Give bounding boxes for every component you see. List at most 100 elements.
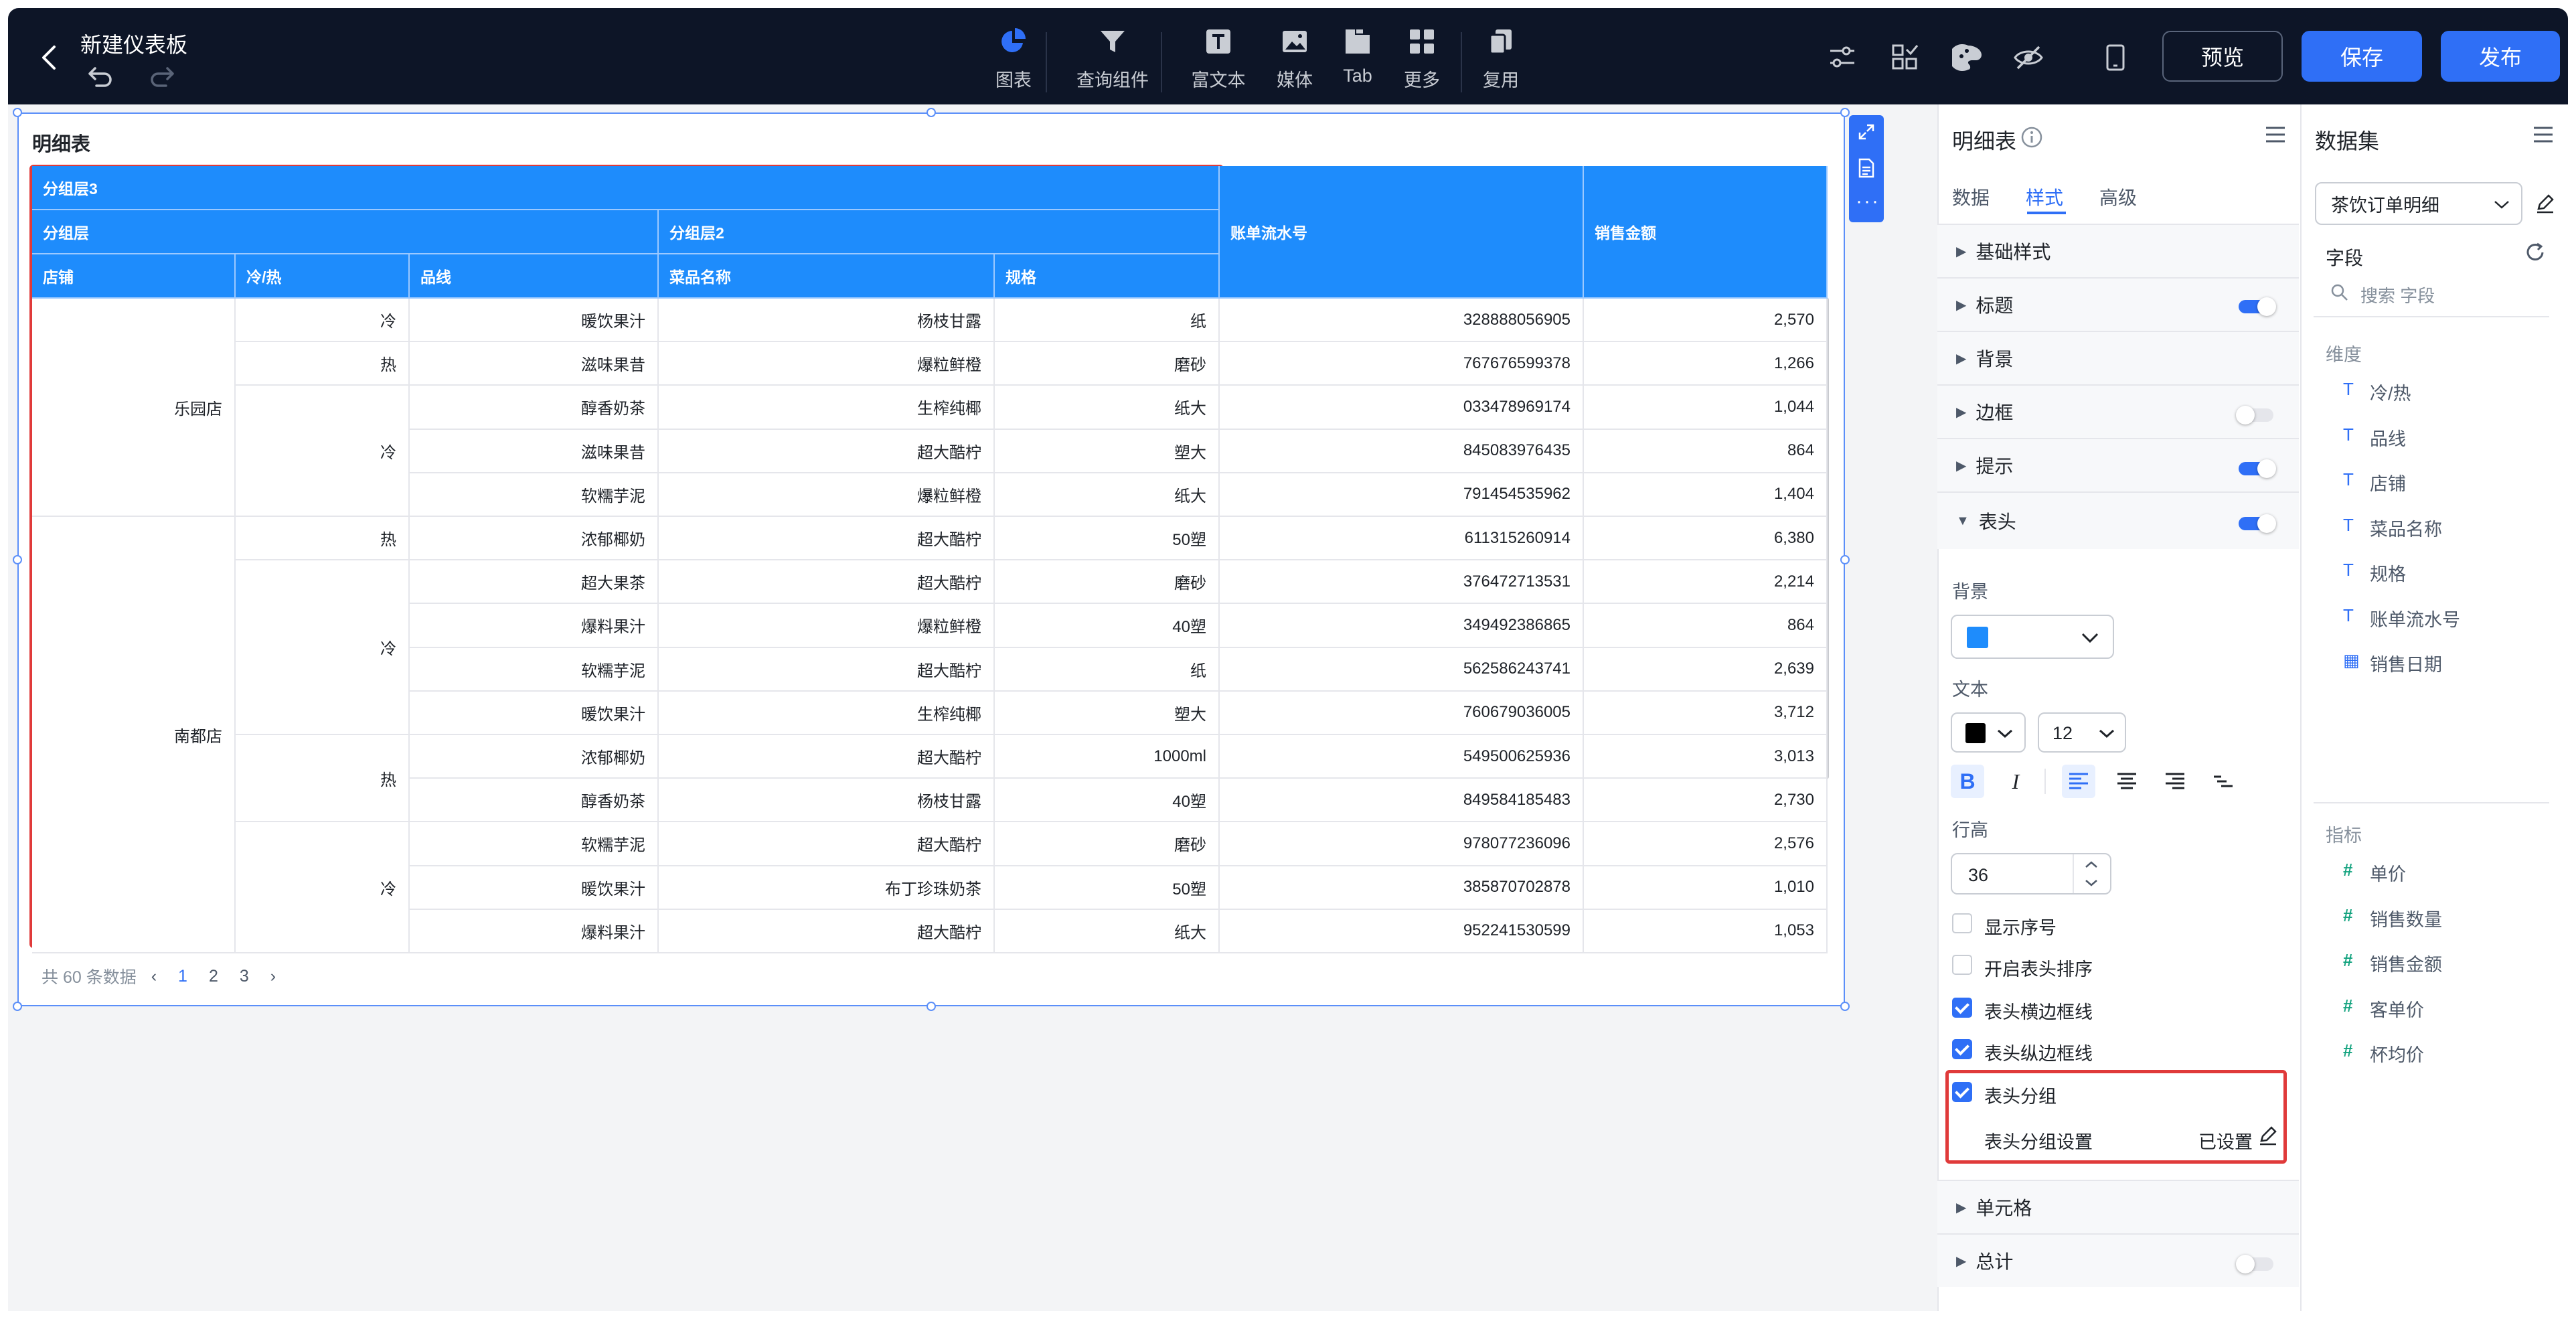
edit-icon[interactable]	[2257, 1125, 2279, 1146]
tool-reuse[interactable]: 复用	[1461, 27, 1541, 92]
dimension-field[interactable]: 店铺	[2370, 469, 2406, 495]
dimension-field[interactable]: 账单流水号	[2370, 605, 2460, 631]
dashboard-title[interactable]: 新建仪表板	[80, 28, 187, 59]
dataset-select[interactable]: 茶饮订单明细	[2315, 182, 2522, 225]
header-vborder-checkbox[interactable]	[1952, 1039, 1972, 1059]
tool-richtext[interactable]: 富文本	[1178, 27, 1259, 92]
show-index-checkbox[interactable]	[1952, 913, 1972, 933]
align-bottom-icon[interactable]	[2206, 765, 2240, 798]
theme-palette-icon[interactable]	[1949, 43, 1984, 76]
resize-handle[interactable]	[1840, 1002, 1850, 1011]
edit-icon[interactable]	[2534, 193, 2556, 214]
serial-cell: 549500625936	[1220, 735, 1584, 779]
redo-icon[interactable]	[149, 64, 175, 92]
caret-down-icon: ▼	[1956, 513, 1969, 528]
align-center-icon[interactable]	[2110, 765, 2144, 798]
amount-cell: 6,380	[1584, 517, 1828, 561]
menu-icon[interactable]	[2532, 125, 2555, 145]
dimension-field[interactable]: 规格	[2370, 560, 2406, 586]
resize-handle[interactable]	[13, 1002, 22, 1011]
menu-icon[interactable]	[2264, 125, 2287, 145]
document-icon[interactable]	[1858, 158, 1875, 178]
total-toggle[interactable]	[2236, 1255, 2273, 1273]
preview-button[interactable]: 预览	[2162, 31, 2283, 82]
section-background[interactable]: ▶ 背景	[1937, 331, 2299, 384]
bg-label: 背景	[1952, 582, 1988, 602]
tooltip-toggle[interactable]	[2239, 459, 2276, 478]
dimension-field[interactable]: 品线	[2370, 424, 2406, 451]
dimension-field[interactable]: 冷/热	[2370, 379, 2411, 405]
resize-handle[interactable]	[13, 555, 22, 564]
resize-handle[interactable]	[927, 1002, 936, 1011]
header-sort-checkbox[interactable]	[1952, 955, 1972, 975]
line-cell: 软糯芋泥	[410, 473, 659, 517]
tab-data[interactable]: 数据	[1952, 183, 1990, 210]
measure-field[interactable]: 销售金额	[2370, 950, 2442, 976]
tab-style[interactable]: 样式	[2026, 183, 2063, 210]
spec-cell: 40塑	[995, 604, 1220, 648]
dimension-field[interactable]: 销售日期	[2370, 650, 2442, 676]
expand-icon[interactable]	[1858, 123, 1875, 141]
page-2[interactable]: 2	[209, 967, 218, 986]
info-icon[interactable]	[2020, 126, 2043, 149]
text-color-select[interactable]	[1951, 712, 2026, 753]
eye-hidden-icon[interactable]	[2012, 43, 2044, 76]
font-size-value: 12	[2052, 723, 2073, 743]
header-toggle[interactable]	[2239, 514, 2276, 533]
section-cell[interactable]: ▶ 单元格	[1937, 1180, 2299, 1233]
tab-advanced[interactable]: 高级	[2099, 183, 2137, 210]
tool-label: 复用	[1483, 70, 1519, 90]
row-height-input[interactable]: 36	[1951, 853, 2111, 895]
resize-handle[interactable]	[1840, 108, 1850, 117]
dimension-field[interactable]: 菜品名称	[2370, 515, 2442, 541]
measure-field[interactable]: 销售数量	[2370, 905, 2442, 931]
line-cell: 软糯芋泥	[410, 647, 659, 692]
prev-page-icon[interactable]: ‹	[151, 967, 157, 986]
align-right-icon[interactable]	[2158, 765, 2192, 798]
save-button[interactable]: 保存	[2302, 31, 2422, 82]
resize-handle[interactable]	[1840, 555, 1850, 564]
border-toggle[interactable]	[2236, 406, 2273, 424]
tool-query[interactable]: 查询组件	[1072, 27, 1153, 92]
settings-sliders-icon[interactable]	[1828, 43, 1857, 76]
more-icon[interactable]: ···	[1856, 190, 1880, 213]
font-size-select[interactable]: 12	[2038, 712, 2126, 753]
line-cell: 爆料果汁	[410, 909, 659, 953]
title-toggle[interactable]	[2239, 297, 2276, 316]
page-3[interactable]: 3	[240, 967, 249, 986]
tool-more[interactable]: 更多	[1382, 27, 1462, 92]
align-left-icon[interactable]	[2062, 765, 2095, 798]
undo-icon[interactable]	[87, 64, 114, 92]
next-page-icon[interactable]: ›	[270, 967, 276, 986]
back-icon[interactable]	[31, 39, 68, 76]
measure-field[interactable]: 杯均价	[2370, 1040, 2424, 1067]
header-group-checkbox[interactable]	[1952, 1082, 1972, 1102]
measure-field[interactable]: 单价	[2370, 860, 2406, 886]
chevron-up-icon[interactable]	[2083, 860, 2099, 869]
italic-icon[interactable]: I	[1999, 765, 2032, 798]
resize-handle[interactable]	[927, 108, 936, 117]
chevron-down-icon[interactable]	[2083, 878, 2099, 888]
header-hborder-checkbox[interactable]	[1952, 998, 1972, 1018]
tool-chart[interactable]: 图表	[973, 27, 1054, 92]
measure-field[interactable]: 客单价	[2370, 996, 2424, 1022]
pie-chart-icon	[1001, 28, 1026, 52]
grid-icon	[1410, 29, 1434, 54]
tool-label: 更多	[1404, 70, 1440, 90]
filter-icon	[1101, 31, 1125, 52]
dish-cell: 生榨纯椰	[659, 691, 995, 735]
layout-icon[interactable]	[1890, 43, 1920, 76]
mobile-icon[interactable]	[2103, 43, 2127, 76]
text-type-icon: T	[2343, 424, 2354, 445]
header-bg-color-select[interactable]	[1951, 615, 2114, 659]
serial-cell: 791454535962	[1220, 473, 1584, 517]
page-1[interactable]: 1	[178, 967, 187, 986]
publish-button[interactable]: 发布	[2441, 31, 2560, 82]
store-cell: 南都店	[32, 517, 236, 953]
resize-handle[interactable]	[13, 108, 22, 117]
section-basic-style[interactable]: ▶ 基础样式	[1937, 224, 2299, 277]
field-search-input[interactable]: 搜索 字段	[2360, 283, 2435, 307]
bold-icon[interactable]: B	[1951, 765, 1984, 798]
refresh-icon[interactable]	[2524, 241, 2547, 264]
dish-cell: 超大酷柠	[659, 735, 995, 779]
